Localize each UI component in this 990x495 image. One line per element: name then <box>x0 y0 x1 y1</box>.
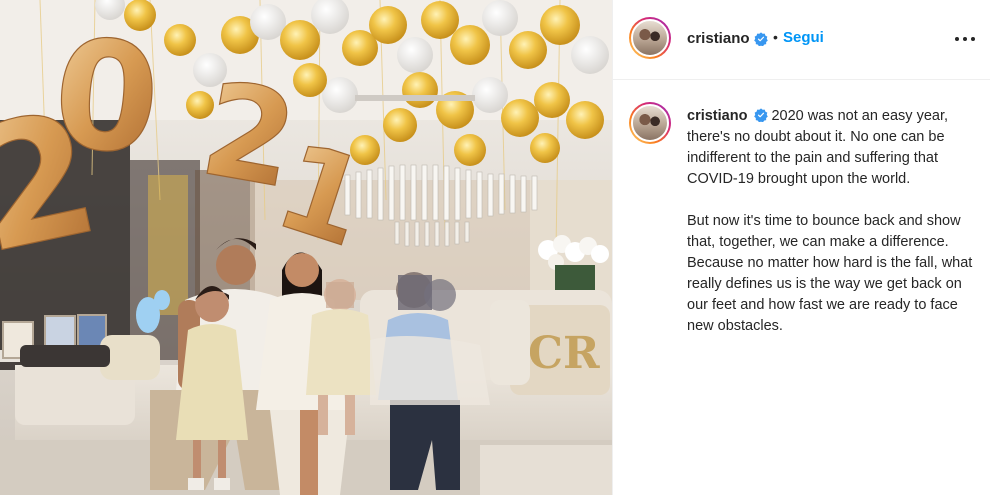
post-caption: cristiano 2020 was not an easy year, the… <box>687 106 979 337</box>
post-details-panel: cristiano • Segui cristiano 2020 was not… <box>612 0 990 495</box>
pillow-monogram: CR <box>528 328 600 379</box>
verified-badge-icon <box>754 32 768 46</box>
header-separator: • <box>773 29 778 45</box>
caption-username[interactable]: cristiano <box>687 108 747 124</box>
family-photo-illustration: 2 0 2 1 CR <box>0 0 612 495</box>
post-header: cristiano • Segui <box>613 0 990 80</box>
more-options-icon[interactable] <box>953 28 977 48</box>
header-username[interactable]: cristiano <box>687 30 750 47</box>
caption-avatar[interactable] <box>629 102 671 144</box>
caption-paragraph-2: But now it's time to bounce back and sho… <box>687 213 973 334</box>
verified-badge-icon <box>754 108 769 122</box>
balloon-digit-2: 0 <box>47 7 166 189</box>
post-photo[interactable]: 2 0 2 1 CR <box>0 0 612 495</box>
profile-avatar[interactable] <box>629 17 671 59</box>
follow-button[interactable]: Segui <box>783 29 824 46</box>
